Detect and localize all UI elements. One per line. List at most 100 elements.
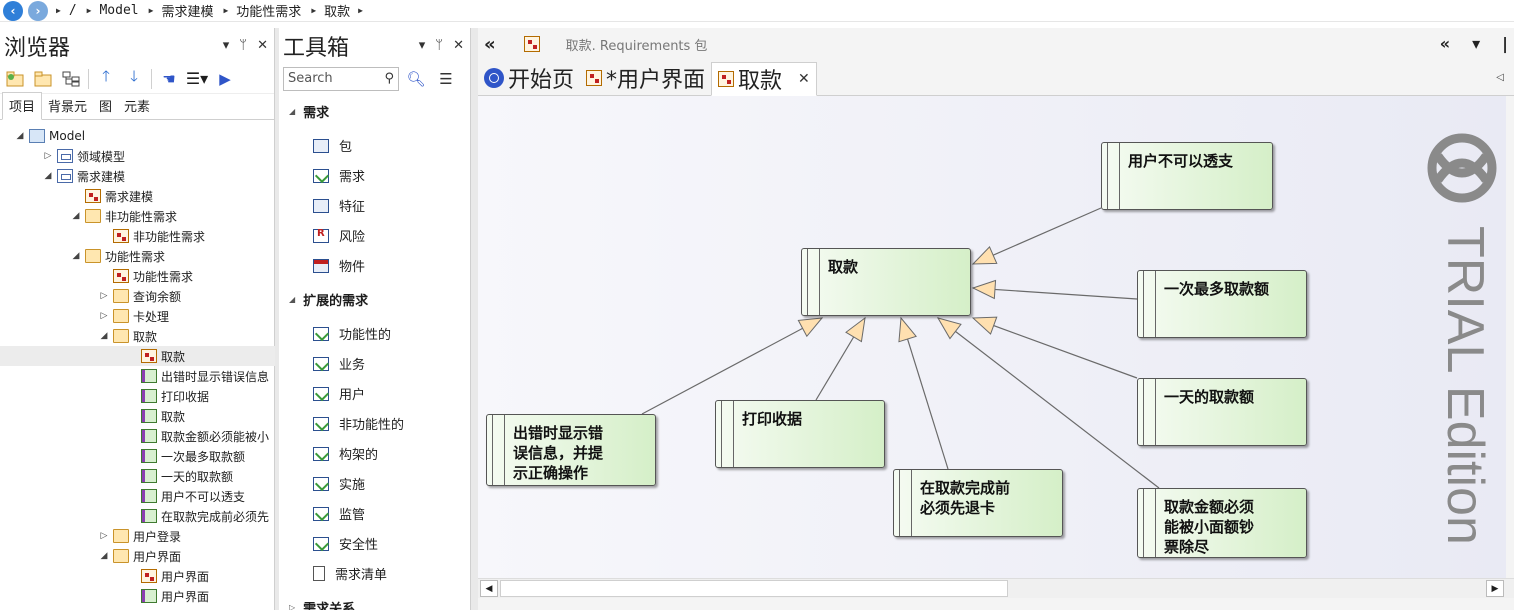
generalization-connector[interactable] (900, 317, 949, 470)
tree-item[interactable]: ◢ 非功能性需求 (0, 206, 275, 226)
tree-item[interactable]: 取款 (0, 346, 275, 366)
breadcrumb-root[interactable]: ▶ / (56, 3, 77, 18)
tab-element[interactable]: 元素 (118, 93, 156, 119)
diagram-canvas[interactable]: 取款 用户不可以透支一次最多取款额 一天的取款额 取款金额必须 能被小面额钞 票除尽 在… (478, 96, 1506, 578)
toolbox-item[interactable]: 包 (313, 136, 352, 155)
toolbox-item[interactable]: 需求清单 (313, 564, 387, 583)
toolbox-item[interactable]: 用户 (313, 384, 365, 403)
overflow-icon[interactable]: | (1502, 34, 1508, 53)
requirement-node[interactable]: 取款金额必须 能被小面额钞 票除尽 (1137, 488, 1307, 558)
move-down-icon[interactable]: 🡓 (123, 67, 145, 90)
tree-item[interactable]: 用户不可以透支 (0, 486, 275, 506)
breadcrumb-item[interactable]: ▶ 取款 ▶ (311, 1, 371, 20)
hand-icon[interactable]: ☚ (158, 68, 180, 90)
back-button[interactable]: ‹ (3, 0, 23, 21)
requirement-node[interactable]: 用户不可以透支 (1101, 142, 1273, 210)
tree-item[interactable]: 一次最多取款额 (0, 446, 275, 466)
requirement-node[interactable]: 一天的取款额 (1137, 378, 1307, 446)
tab-diagram[interactable]: 图 (93, 93, 118, 119)
requirement-node[interactable]: 取款 (801, 248, 971, 316)
tree-item[interactable]: 用户界面 (0, 566, 275, 586)
tree-item[interactable]: 一天的取款额 (0, 466, 275, 486)
requirement-node[interactable]: 在取款完成前 必须先退卡 (893, 469, 1063, 537)
tree-item[interactable]: 需求建模 (0, 186, 275, 206)
generalization-connector[interactable] (972, 287, 1138, 300)
tree-item[interactable]: 出错时显示错误信息 (0, 366, 275, 386)
hamburger-menu-icon[interactable]: ☰ (433, 67, 459, 91)
tree-item[interactable]: ◢ Model (0, 126, 275, 146)
tree-item[interactable]: ▷ 卡处理 (0, 306, 275, 326)
tab-user-interface[interactable]: *用户界面 (580, 61, 711, 95)
dropdown-icon[interactable]: ▾ (419, 38, 426, 53)
toolbox-item[interactable]: 构架的 (313, 444, 378, 463)
tree-item[interactable]: 打印收据 (0, 386, 275, 406)
scroll-left-icon[interactable]: ◀ (480, 580, 498, 597)
breadcrumb-item[interactable]: ▶ 需求建模 (149, 1, 214, 20)
tab-start-page[interactable]: 开始页 (478, 61, 580, 95)
toolbox-item[interactable]: 业务 (313, 354, 365, 373)
tree-item[interactable]: ◢ 功能性需求 (0, 246, 275, 266)
collapse-icon[interactable]: ◢ (42, 171, 54, 181)
tree-item[interactable]: 在取款完成前必须先 (0, 506, 275, 526)
toolbox-group-header[interactable]: ◢ 扩展的需求 (279, 290, 368, 309)
requirement-node[interactable]: 一次最多取款额 (1137, 270, 1307, 338)
toolbox-item[interactable]: 实施 (313, 474, 365, 493)
requirement-node[interactable]: 打印收据 (715, 400, 885, 468)
tree-item[interactable]: 取款金额必须能被小 (0, 426, 275, 446)
toolbox-item[interactable]: 物件 (313, 256, 365, 275)
expand-icon[interactable]: ▷ (98, 531, 110, 541)
dropdown-icon[interactable]: ▾ (223, 38, 230, 53)
forward-button[interactable]: › (28, 0, 48, 21)
generalization-connector[interactable] (937, 317, 1160, 489)
toolbox-item[interactable]: 非功能性的 (313, 414, 404, 433)
tree-item[interactable]: ◢ 用户界面 (0, 546, 275, 566)
expand-icon[interactable]: ▷ (98, 311, 110, 321)
pin-icon[interactable]: ᛘ (435, 38, 443, 53)
toolbox-item[interactable]: 特征 (313, 196, 365, 215)
tab-project[interactable]: 项目 (2, 92, 43, 120)
expand-icon[interactable]: ▷ (42, 151, 54, 161)
search-input[interactable]: Search ⚲ (283, 67, 399, 91)
toolbox-group-header[interactable]: ◢ 需求 (279, 102, 329, 121)
tree-item[interactable]: ▷ 查询余额 (0, 286, 275, 306)
dropdown-icon[interactable]: ▾ (1472, 34, 1480, 53)
toolbox-item[interactable]: 监管 (313, 504, 365, 523)
collapse-right-icon[interactable]: « (1440, 34, 1450, 53)
play-icon[interactable]: ▶ (214, 68, 236, 90)
horizontal-scrollbar[interactable]: ◀ ▶ (478, 578, 1514, 598)
folder-icon[interactable] (32, 68, 54, 90)
toolbox-item[interactable]: 风险 (313, 226, 365, 245)
collapse-icon[interactable]: ◢ (98, 331, 110, 341)
hierarchy-icon[interactable] (60, 68, 82, 90)
toolbox-group-header[interactable]: ▷ 需求关系 (279, 598, 355, 610)
collapse-icon[interactable]: ◢ (14, 131, 26, 141)
breadcrumb-item[interactable]: ▶ 功能性需求 (223, 1, 301, 20)
pin-icon[interactable]: ᛘ (239, 38, 247, 53)
tree-item[interactable]: ▷ 领域模型 (0, 146, 275, 166)
collapse-icon[interactable]: ◢ (70, 211, 82, 221)
splitter[interactable] (471, 28, 478, 610)
collapse-button[interactable]: « (484, 34, 496, 55)
scroll-thumb[interactable] (500, 580, 1008, 597)
tree-item[interactable]: 功能性需求 (0, 266, 275, 286)
scroll-right-icon[interactable]: ▶ (1486, 580, 1504, 597)
toolbox-item[interactable]: 需求 (313, 166, 365, 185)
new-package-icon[interactable] (4, 68, 26, 90)
close-icon[interactable]: ✕ (257, 38, 268, 53)
move-up-icon[interactable]: 🡑 (95, 67, 117, 90)
toolbox-item[interactable]: 安全性 (313, 534, 378, 553)
requirement-node[interactable]: 出错时显示错 误信息，并提 示正确操作 (486, 414, 656, 486)
find-icon[interactable]: 🔍︎ (403, 67, 429, 91)
generalization-connector[interactable] (972, 317, 1138, 379)
menu-icon[interactable]: ☰▾ (186, 68, 208, 90)
tab-context[interactable]: 背景元 (42, 93, 93, 119)
toolbox-item[interactable]: 功能性的 (313, 324, 391, 343)
collapse-icon[interactable]: ◢ (70, 251, 82, 261)
breadcrumb-item[interactable]: ▶ Model (87, 3, 139, 18)
tab-withdrawal[interactable]: 取款 ✕ (711, 62, 817, 96)
tree-item[interactable]: ▷ 用户登录 (0, 526, 275, 546)
tree-item[interactable]: ◢ 需求建模 (0, 166, 275, 186)
collapse-icon[interactable]: ◢ (98, 551, 110, 561)
close-icon[interactable]: ✕ (453, 38, 464, 53)
tree-item[interactable]: 取款 (0, 406, 275, 426)
